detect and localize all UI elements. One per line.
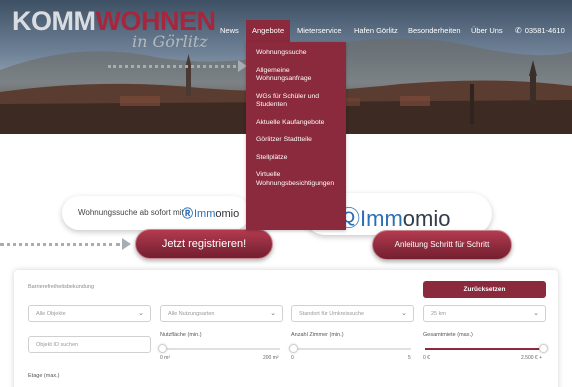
immomio-info-pill: Wohnungssuche ab sofort mit ⓇImmomio [62, 196, 250, 230]
chevron-down-icon: ⌄ [138, 310, 144, 317]
nav-item-news[interactable]: News [220, 26, 239, 35]
radius-select[interactable]: 25 km ⌄ [423, 305, 546, 322]
location-select[interactable]: Standort für Umkreissuche ⌄ [291, 305, 414, 322]
rent-slider-fill [425, 348, 543, 350]
rent-max-value: 2.500 € + [521, 355, 542, 361]
chevron-down-icon: ⌄ [270, 310, 276, 317]
nav-item-hafen-goerlitz[interactable]: Hafen Görlitz [354, 26, 398, 35]
menu-item-stellplaetze[interactable]: Stellplätze [246, 154, 346, 163]
rooms-slider-label: Anzahl Zimmer (min.) [291, 332, 344, 338]
menu-item-wohnungsanfrage[interactable]: Allgemeine Wohnungsanfrage [246, 67, 346, 84]
chevron-down-icon: ⌄ [401, 310, 407, 317]
area-min-value: 0 m² [160, 355, 170, 361]
rooms-min-value: 0 [291, 355, 294, 361]
usage-select[interactable]: Alle Nutzungsarten ⌄ [160, 305, 283, 322]
area-slider-track[interactable] [162, 348, 280, 350]
nav-item-angebote[interactable]: Angebote [246, 20, 291, 42]
phone-link[interactable]: ✆ 03581-4610 [515, 26, 565, 35]
register-button[interactable]: Jetzt registrieren! [135, 229, 273, 259]
menu-item-stadtteile[interactable]: Görlitzer Stadtteile [246, 136, 346, 145]
search-filter-panel: Barrierefreiheitsbekundung Zurücksetzen … [14, 270, 558, 387]
rooms-slider-track[interactable] [293, 348, 411, 350]
immomio-logo-large: ⓆImmomio [338, 206, 451, 231]
menu-item-wohnungssuche[interactable]: Wohnungssuche [246, 49, 346, 58]
menu-item-kaufangebote[interactable]: Aktuelle Kaufangebote [246, 119, 346, 128]
rent-slider-label: Gesamtmiete (max.) [423, 332, 473, 338]
object-id-input[interactable]: Objekt ID suchen [28, 336, 151, 353]
main-nav: News Angebote Mieterservice Hafen Görlit… [0, 20, 572, 42]
nav-item-mieterservice[interactable]: Mieterservice [297, 26, 342, 35]
annotation-arrow-menu [108, 60, 250, 72]
filter-panel-title: Barrierefreiheitsbekundung [28, 284, 95, 290]
menu-item-besichtigungen[interactable]: Virtuelle Wohnungsbesichtigungen [246, 171, 346, 188]
chevron-down-icon: ⌄ [533, 310, 539, 317]
area-slider-label: Nutzfläche (min.) [160, 332, 202, 338]
phone-icon: ✆ [515, 26, 522, 35]
immomio-logo-small: ⓇImmomio [182, 208, 240, 220]
guide-button[interactable]: Anleitung Schritt für Schritt [372, 230, 512, 260]
menu-item-wgs[interactable]: WGs für Schüler und Studenten [246, 93, 346, 110]
area-max-value: 200 m² [263, 355, 279, 361]
annotation-arrow-register [0, 238, 134, 250]
nav-item-besonderheiten[interactable]: Besonderheiten [408, 26, 461, 35]
nav-item-ueber-uns[interactable]: Über Uns [471, 26, 503, 35]
rent-slider-knob[interactable] [538, 344, 548, 353]
rooms-slider-knob[interactable] [288, 344, 298, 353]
objects-select[interactable]: Alle Objekte ⌄ [28, 305, 151, 322]
reset-button[interactable]: Zurücksetzen [423, 281, 546, 298]
rent-min-value: 0 € [423, 355, 430, 361]
rooms-max-value: 5 [408, 355, 411, 361]
floor-label: Etage (max.) [28, 373, 60, 379]
angebote-dropdown-menu: Wohnungssuche Allgemeine Wohnungsanfrage… [246, 42, 346, 230]
immomio-icon: Ⓡ [182, 208, 193, 220]
area-slider-knob[interactable] [157, 344, 167, 353]
